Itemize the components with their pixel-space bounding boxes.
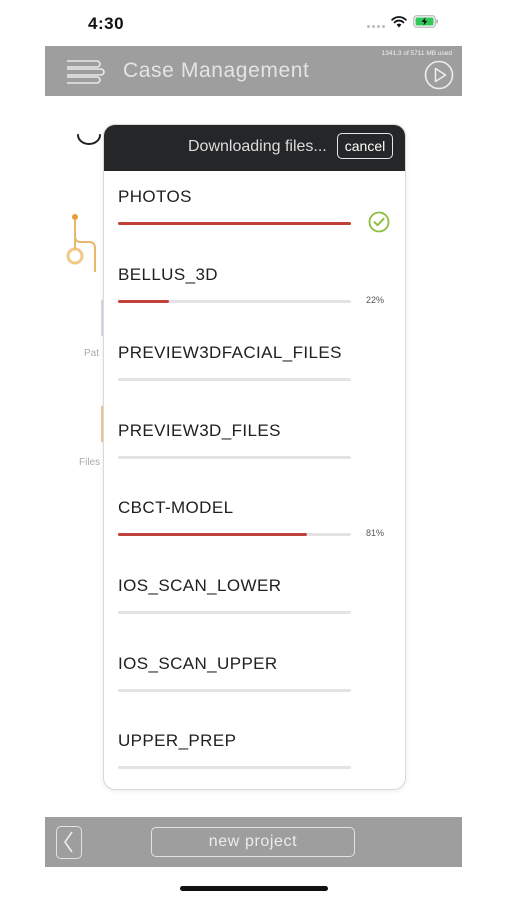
hamburger-menu-icon[interactable] <box>63 58 105 86</box>
file-item-preview3dfacial-files: PREVIEW3DFACIAL_FILES <box>104 343 405 413</box>
file-name: PREVIEW3D_FILES <box>118 421 281 440</box>
file-name: BELLUS_3D <box>118 265 218 284</box>
storage-usage: 1341.3 of 5711 MB used <box>381 50 452 57</box>
cellular-signal-icon <box>367 16 385 28</box>
file-name: IOS_SCAN_LOWER <box>118 576 282 595</box>
file-item-photos: PHOTOS <box>104 187 405 257</box>
loading-spinner-icon <box>77 134 101 145</box>
status-bar: 4:30 <box>0 0 507 46</box>
progress-bar <box>118 222 351 225</box>
progress-bar <box>118 456 351 459</box>
new-project-button[interactable]: new project <box>151 827 355 857</box>
progress-bar <box>118 300 351 303</box>
status-icons <box>367 15 439 28</box>
file-item-cbct-model: CBCT-MODEL 81% <box>104 498 405 568</box>
file-name: PREVIEW3DFACIAL_FILES <box>118 343 342 362</box>
download-modal: Downloading files... cancel PHOTOS BELLU… <box>103 124 406 790</box>
progress-percent: 81% <box>366 528 385 538</box>
modal-header: Downloading files... cancel <box>104 125 405 171</box>
file-item-ios-scan-upper: IOS_SCAN_UPPER <box>104 654 405 724</box>
progress-bar <box>118 766 351 769</box>
battery-charging-icon <box>413 15 438 28</box>
file-item-upper-prep: UPPER_PREP <box>104 731 405 789</box>
play-circle-icon[interactable] <box>424 60 454 90</box>
progress-percent: 22% <box>366 295 385 305</box>
workflow-connector-icon <box>66 214 96 272</box>
page-title: Case Management <box>123 59 310 82</box>
progress-bar <box>118 611 351 614</box>
back-button[interactable] <box>56 826 82 859</box>
file-name: UPPER_PREP <box>118 731 237 750</box>
cancel-button[interactable]: cancel <box>337 133 393 159</box>
file-name: IOS_SCAN_UPPER <box>118 654 278 673</box>
status-time: 4:30 <box>88 14 125 33</box>
file-item-bellus-3d: BELLUS_3D 22% <box>104 265 405 335</box>
progress-bar <box>118 378 351 381</box>
wifi-icon <box>391 15 407 27</box>
file-name: PHOTOS <box>118 187 192 206</box>
home-indicator[interactable] <box>180 886 328 891</box>
progress-bar <box>118 689 351 692</box>
progress-bar <box>118 533 351 536</box>
files-label: Files <box>79 457 101 468</box>
app-header: 1341.3 of 5711 MB used Case Management <box>45 46 462 96</box>
check-circle-icon <box>368 211 390 233</box>
modal-title: Downloading files... <box>188 138 327 155</box>
footer-bar: new project <box>45 817 462 867</box>
file-item-ios-scan-lower: IOS_SCAN_LOWER <box>104 576 405 646</box>
file-item-preview3d-files: PREVIEW3D_FILES <box>104 421 405 491</box>
chevron-left-icon <box>64 831 73 853</box>
patient-label: Pat <box>84 348 100 359</box>
file-name: CBCT-MODEL <box>118 498 234 517</box>
